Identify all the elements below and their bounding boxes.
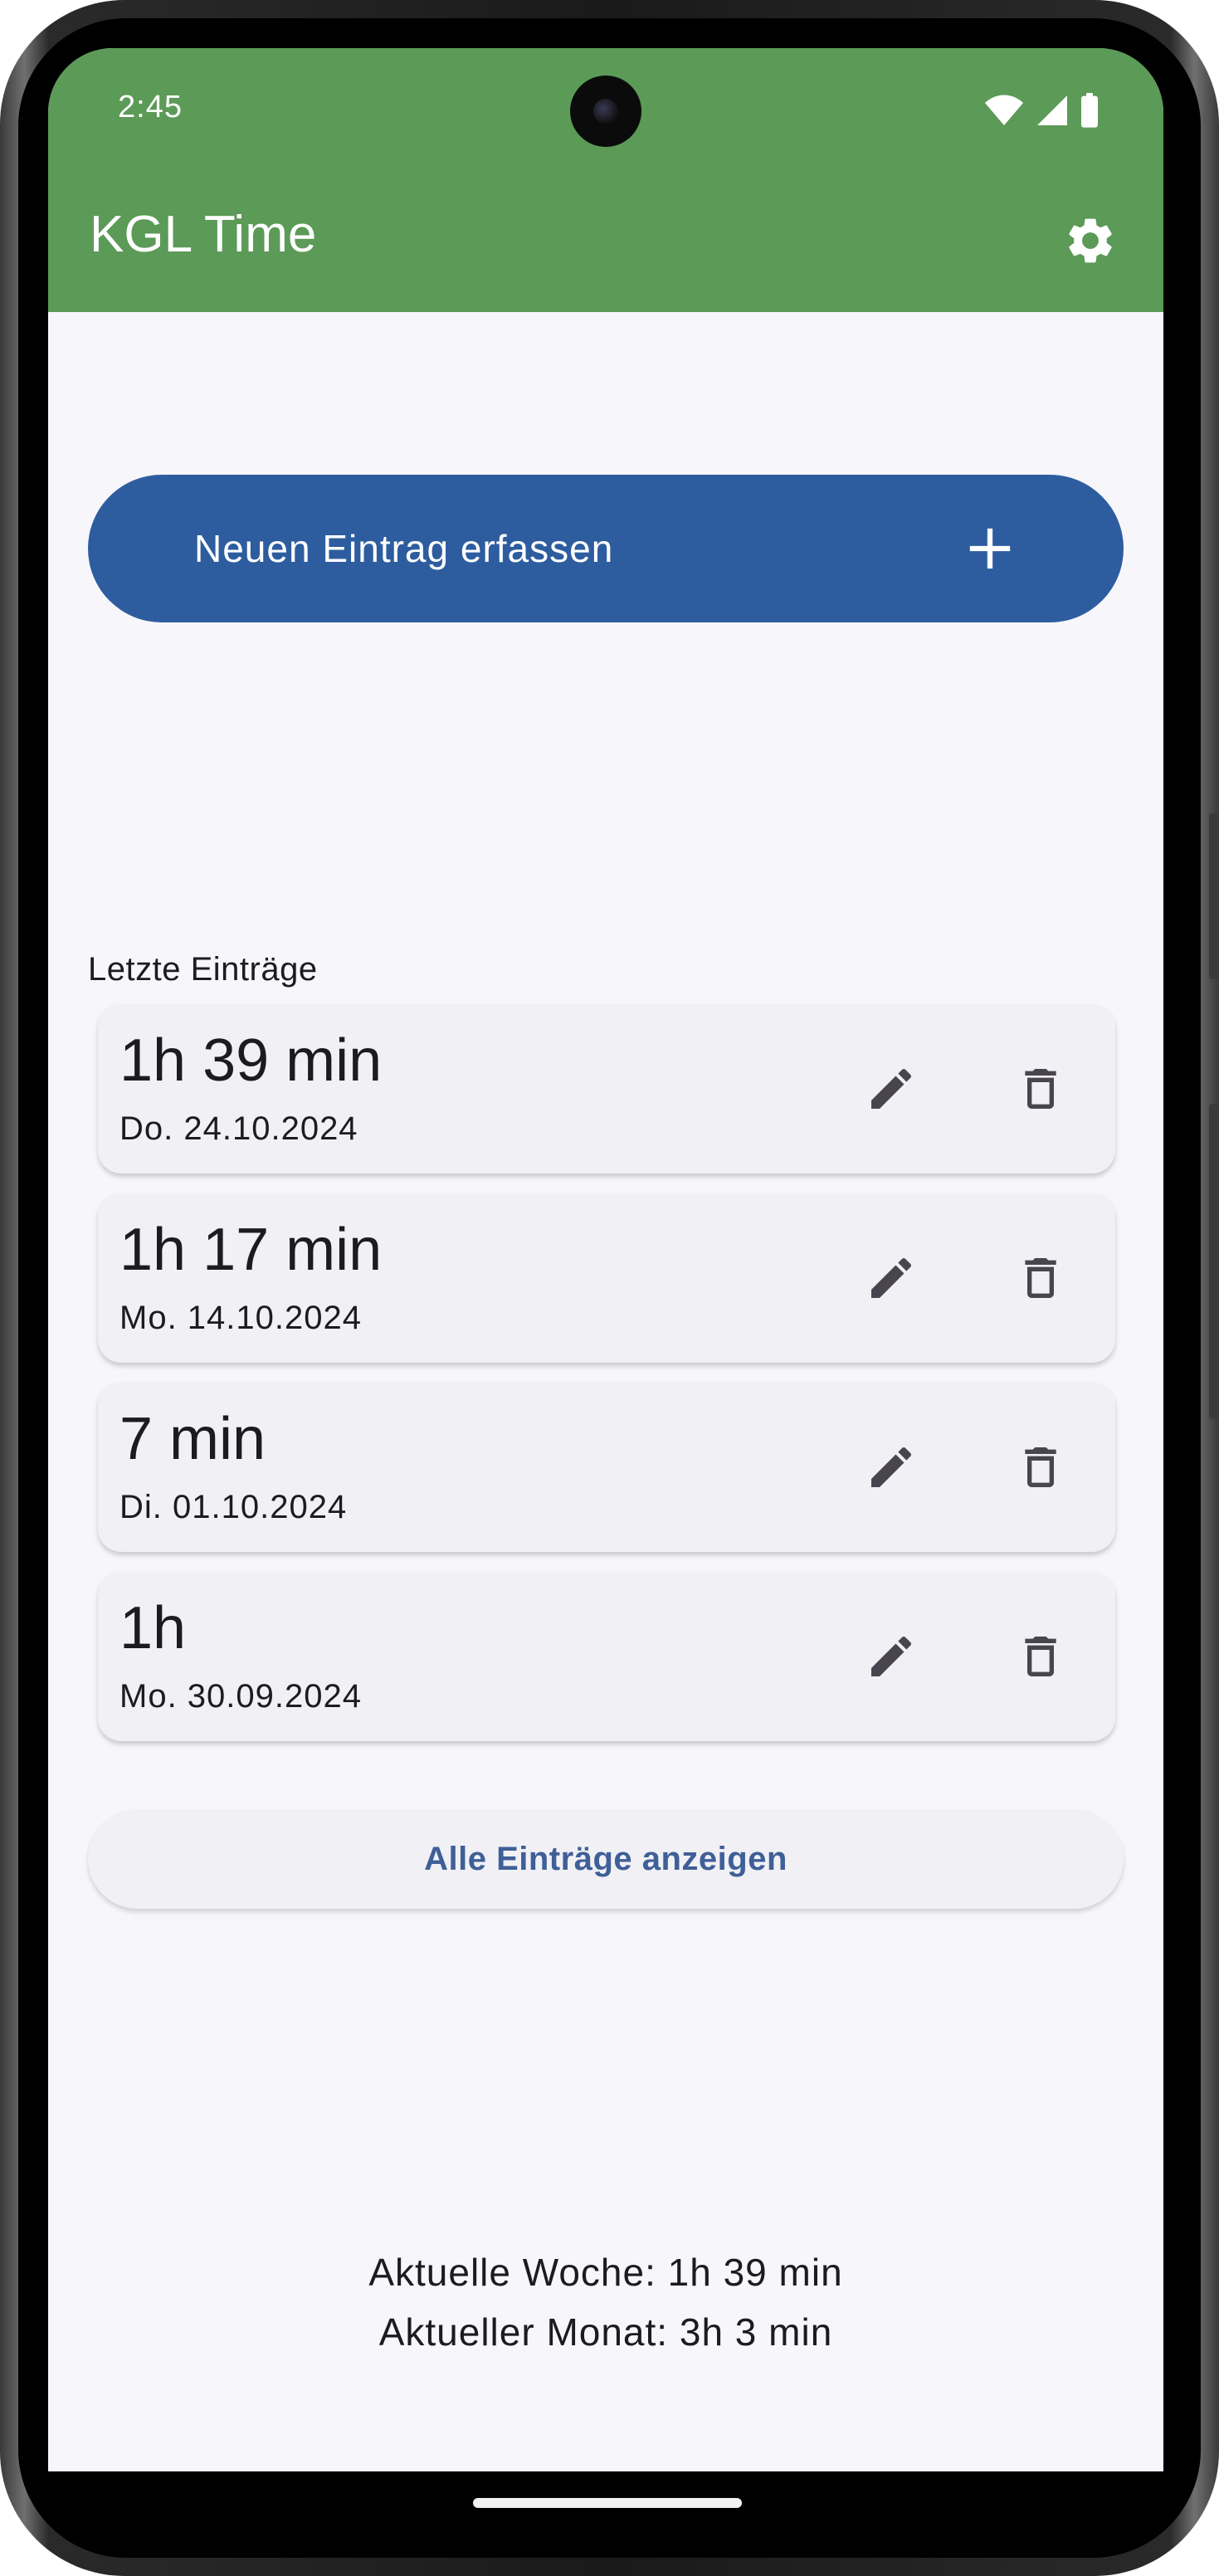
trash-icon: [1025, 1069, 1056, 1109]
pencil-icon: [871, 1068, 912, 1109]
home-indicator[interactable]: [473, 2498, 742, 2508]
current-month-summary: Aktueller Monat: 3h 3 min: [378, 2310, 833, 2354]
app-title: KGL Time: [90, 206, 317, 263]
entry-duration: 1h: [119, 1595, 187, 1661]
entry-card: 1h 17 min Mo. 14.10.2024: [98, 1193, 1115, 1363]
power-button: [1209, 1104, 1219, 1419]
trash-icon: [1025, 1258, 1056, 1298]
trash-icon: [1025, 1637, 1056, 1676]
signal-icon: [1037, 95, 1067, 125]
edit-entry-button[interactable]: [850, 1615, 933, 1698]
new-entry-button[interactable]: Neuen Eintrag erfassen: [88, 475, 1124, 622]
current-week-summary: Aktuelle Woche: 1h 39 min: [368, 2251, 843, 2294]
entry-card: 1h 39 min Do. 24.10.2024: [98, 1004, 1115, 1173]
entry-date: Do. 24.10.2024: [119, 1110, 358, 1147]
new-entry-label: Neuen Eintrag erfassen: [194, 527, 614, 570]
show-all-entries-label: Alle Einträge anzeigen: [424, 1840, 787, 1877]
status-time: 2:45: [118, 90, 183, 124]
wifi-icon: [985, 95, 1023, 125]
entry-date: Mo. 30.09.2024: [119, 1678, 362, 1715]
entry-duration: 1h 17 min: [119, 1217, 383, 1283]
status-icons: [984, 93, 1099, 128]
screen: 2:45 KGL Time Neuen Eintrag erfassen Let…: [48, 48, 1163, 2471]
edit-entry-button[interactable]: [850, 1047, 933, 1130]
recent-entries-title: Letzte Einträge: [88, 951, 318, 988]
pencil-icon: [871, 1636, 912, 1676]
edit-entry-button[interactable]: [850, 1426, 933, 1509]
delete-entry-button[interactable]: [999, 1615, 1082, 1698]
front-camera: [570, 76, 641, 147]
entry-date: Mo. 14.10.2024: [119, 1300, 362, 1336]
plus-icon: [969, 528, 1011, 569]
entry-date: Di. 01.10.2024: [119, 1489, 348, 1525]
pencil-icon: [871, 1257, 912, 1298]
entry-card: 7 min Di. 01.10.2024: [98, 1383, 1115, 1552]
time-summary: Aktuelle Woche: 1h 39 min Aktueller Mona…: [48, 2242, 1163, 2362]
entry-duration: 7 min: [119, 1406, 266, 1472]
battery-icon: [1081, 93, 1098, 128]
trash-icon: [1025, 1447, 1056, 1487]
delete-entry-button[interactable]: [999, 1426, 1082, 1509]
delete-entry-button[interactable]: [999, 1237, 1082, 1320]
delete-entry-button[interactable]: [999, 1047, 1082, 1130]
recent-entries-list: 1h 39 min Do. 24.10.2024 1h 17 min Mo. 1…: [98, 1004, 1115, 1761]
entry-card: 1h Mo. 30.09.2024: [98, 1572, 1115, 1741]
entry-duration: 1h 39 min: [119, 1027, 383, 1094]
volume-button: [1209, 813, 1219, 979]
app-bar: 2:45 KGL Time: [48, 48, 1163, 312]
show-all-entries-button[interactable]: Alle Einträge anzeigen: [88, 1809, 1124, 1909]
gear-icon: [1069, 218, 1112, 263]
settings-button[interactable]: [1056, 206, 1125, 276]
pencil-icon: [871, 1447, 912, 1487]
edit-entry-button[interactable]: [850, 1237, 933, 1320]
device-frame: 2:45 KGL Time Neuen Eintrag erfassen Let…: [0, 0, 1219, 2576]
